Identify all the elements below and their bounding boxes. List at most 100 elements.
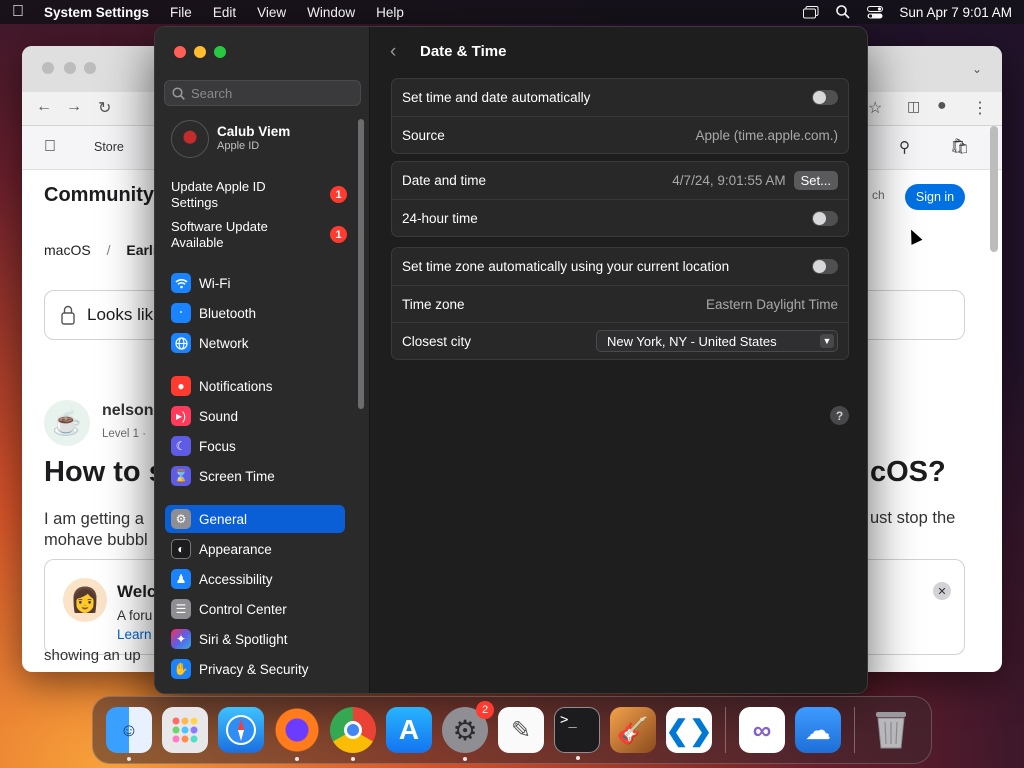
- bookmark-star-icon[interactable]: ☆: [868, 98, 882, 118]
- menu-app-name[interactable]: System Settings: [44, 5, 149, 20]
- browser-zoom-button[interactable]: [84, 62, 96, 74]
- firefox-icon[interactable]: [274, 707, 320, 761]
- site-search-icon[interactable]: ⚲: [899, 138, 910, 156]
- hour24-toggle[interactable]: [812, 210, 838, 226]
- auto-time-label: Set time and date automatically: [402, 90, 591, 105]
- menu-clock[interactable]: Sun Apr 7 9:01 AM: [899, 5, 1012, 20]
- sidebar-item-siri-spotlight[interactable]: ✦ Siri & Spotlight: [165, 625, 345, 653]
- visual-studio-icon[interactable]: ∞: [739, 707, 785, 753]
- dock-separator: [725, 707, 726, 753]
- sign-in-button[interactable]: Sign in: [905, 184, 965, 210]
- user-avatar[interactable]: ☕: [44, 400, 90, 446]
- more-menu-icon[interactable]: ⋮: [972, 98, 988, 118]
- sidebar-item-label: Notifications: [199, 378, 273, 394]
- menu-window[interactable]: Window: [307, 5, 355, 20]
- welcome-learn-link[interactable]: Learn: [117, 627, 152, 642]
- post-title-left: How to s: [44, 456, 165, 488]
- trash-icon[interactable]: [868, 707, 914, 753]
- sidebar-item-focus[interactable]: ☾ Focus: [165, 432, 345, 460]
- time-zone-value: Eastern Daylight Time: [705, 296, 838, 312]
- breadcrumb-macos[interactable]: macOS: [44, 242, 91, 258]
- sidebar-item-label: Siri & Spotlight: [199, 631, 288, 647]
- sidebar-item-network[interactable]: Network: [165, 329, 345, 357]
- terminal-icon[interactable]: >_: [554, 707, 600, 760]
- sidebar-item-bluetooth[interactable]: ᛫ Bluetooth: [165, 299, 345, 327]
- nav-store-link[interactable]: Store: [94, 140, 124, 154]
- closest-city-label: Closest city: [402, 333, 472, 349]
- spotlight-search-icon[interactable]: [835, 5, 851, 19]
- shopping-bag-icon[interactable]: 🛍: [950, 137, 969, 155]
- breadcrumb: macOS / Earlie: [44, 242, 165, 258]
- back-arrow-icon[interactable]: ←: [36, 98, 52, 116]
- safari-icon[interactable]: [218, 707, 264, 753]
- zoom-window-button[interactable]: [214, 46, 226, 58]
- textedit-icon[interactable]: ✎: [498, 707, 544, 753]
- menu-file[interactable]: File: [170, 5, 192, 20]
- help-button[interactable]: ?: [830, 406, 849, 425]
- apple-id-profile[interactable]: Calub Viem Apple ID: [171, 119, 351, 159]
- control-center-icon[interactable]: [867, 5, 884, 19]
- apple-menu-icon[interactable]: : [12, 3, 38, 21]
- auto-time-toggle[interactable]: [812, 90, 838, 105]
- profile-icon[interactable]: ●: [937, 97, 947, 115]
- software-update-item[interactable]: Software Update Available 1: [171, 219, 347, 251]
- post-body-line-2: mohave bubbl: [44, 531, 148, 549]
- sidebar-item-privacy-security[interactable]: ✋ Privacy & Security: [165, 655, 345, 683]
- auto-tz-toggle[interactable]: [812, 259, 838, 274]
- browser-minimize-button[interactable]: [64, 62, 76, 74]
- community-search-link[interactable]: ch: [872, 188, 885, 202]
- date-time-label: Date and time: [402, 173, 487, 188]
- sidebar-item-sound[interactable]: ▸) Sound: [165, 402, 345, 430]
- garageband-icon[interactable]: 🎸: [610, 707, 656, 753]
- finder-icon[interactable]: ☺: [106, 707, 152, 761]
- stage-manager-icon[interactable]: [803, 5, 819, 19]
- apple-logo-icon[interactable]: : [44, 138, 56, 156]
- post-title-right: cOS?: [870, 456, 946, 488]
- set-date-time-button[interactable]: Set...: [793, 171, 838, 190]
- tab-list-chevron-icon[interactable]: ⌄: [972, 62, 982, 76]
- close-window-button[interactable]: [174, 46, 186, 58]
- sidebar-item-general[interactable]: ⚙ General: [165, 505, 345, 533]
- close-icon[interactable]: ✕: [933, 582, 951, 600]
- weather-icon[interactable]: ☁: [795, 707, 841, 753]
- sidebar-item-appearance[interactable]: ◐ Appearance: [165, 535, 345, 563]
- update-apple-id-label: Update Apple ID Settings: [171, 179, 266, 210]
- browser-scrollbar[interactable]: [990, 126, 998, 252]
- settings-search-field[interactable]: [164, 80, 361, 106]
- menu-help[interactable]: Help: [376, 5, 404, 20]
- reload-icon[interactable]: ↻: [98, 98, 111, 118]
- forward-arrow-icon[interactable]: →: [66, 98, 82, 116]
- vscode-icon[interactable]: ❮❯: [666, 707, 712, 753]
- search-input[interactable]: [191, 85, 351, 101]
- date-time-group: Date and time 4/7/24, 9:01:55 AM Set... …: [391, 161, 849, 237]
- sidebar-item-notifications[interactable]: ● Notifications: [165, 372, 345, 400]
- post-author[interactable]: nelson: [102, 402, 154, 420]
- launchpad-icon[interactable]: [162, 707, 208, 753]
- sidebar-toggle-icon[interactable]: ◫: [907, 98, 920, 115]
- author-level: Level 1 ·: [102, 428, 147, 440]
- time-zone-label: Time zone: [402, 296, 465, 312]
- closest-city-select[interactable]: New York, NY - United States ▼: [596, 330, 838, 352]
- sidebar-item-accessibility[interactable]: ♟ Accessibility: [165, 565, 345, 593]
- control-center-icon: ☰: [171, 599, 191, 619]
- globe-icon: [171, 333, 191, 353]
- update-apple-id-item[interactable]: Update Apple ID Settings 1: [171, 179, 347, 211]
- post-body-right: ust stop the: [870, 509, 956, 527]
- sidebar-scrollbar[interactable]: [358, 119, 364, 409]
- system-settings-icon[interactable]: ⚙ 2: [442, 701, 494, 761]
- community-title[interactable]: Community: [44, 184, 154, 207]
- menu-edit[interactable]: Edit: [213, 5, 236, 20]
- breadcrumb-separator: /: [106, 242, 111, 258]
- minimize-window-button[interactable]: [194, 46, 206, 58]
- chrome-icon[interactable]: [330, 707, 376, 761]
- sidebar-item-control-center[interactable]: ☰ Control Center: [165, 595, 345, 623]
- back-chevron-icon[interactable]: ‹: [390, 41, 396, 63]
- sidebar-item-wifi[interactable]: Wi-Fi: [165, 269, 345, 297]
- sidebar-item-screen-time[interactable]: ⌛ Screen Time: [165, 462, 345, 490]
- date-time-value: 4/7/24, 9:01:55 AM: [672, 173, 786, 188]
- menu-view[interactable]: View: [257, 5, 286, 20]
- app-store-icon[interactable]: A: [386, 707, 432, 753]
- post-body-more: showing an up: [44, 647, 141, 664]
- source-value[interactable]: Apple (time.apple.com.): [695, 128, 838, 143]
- browser-close-button[interactable]: [42, 62, 54, 74]
